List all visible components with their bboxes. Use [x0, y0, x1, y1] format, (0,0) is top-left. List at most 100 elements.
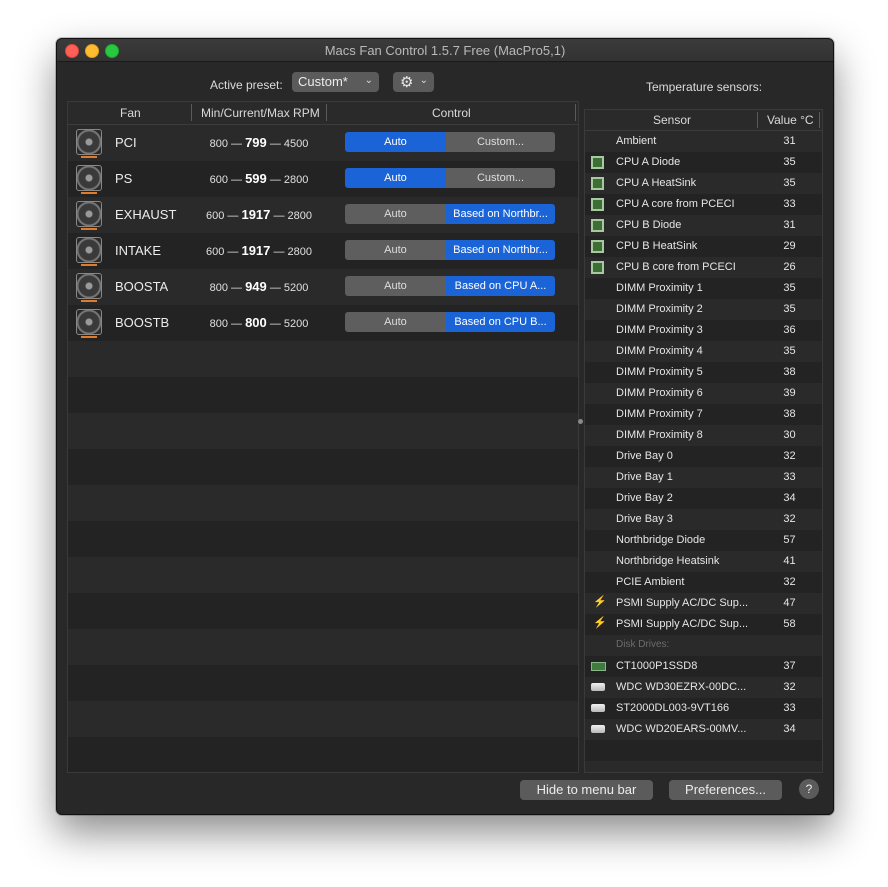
help-button[interactable]: ? — [799, 779, 819, 799]
fan-row[interactable]: BOOSTB 800 — 800 — 5200 Auto Based on CPU B… — [68, 305, 578, 341]
empty-row — [68, 593, 578, 629]
column-divider — [326, 104, 327, 121]
sensor-row[interactable]: DIMM Proximity 1 35 — [585, 278, 822, 299]
disk-row[interactable]: CT1000P1SSD8 37 — [585, 656, 822, 677]
auto-button[interactable]: Auto — [345, 240, 446, 260]
sensor-name: CPU B core from PCECI — [616, 261, 736, 273]
fan-row[interactable]: BOOSTA 800 — 949 — 5200 Auto Based on CPU A… — [68, 269, 578, 305]
hide-to-menu-bar-button[interactable]: Hide to menu bar — [520, 780, 653, 800]
chip-icon — [591, 177, 604, 190]
auto-button[interactable]: Auto — [345, 312, 446, 332]
value-column-header[interactable]: Value °C — [767, 113, 814, 127]
rpm-min: 800 — [209, 138, 228, 150]
fan-column-header[interactable]: Fan — [120, 106, 141, 120]
auto-button[interactable]: Auto — [345, 276, 446, 296]
sensor-row[interactable]: Drive Bay 2 34 — [585, 488, 822, 509]
fan-control-segmented: Auto Custom... — [345, 168, 555, 188]
sensor-name: CPU B HeatSink — [616, 240, 698, 252]
sensor-name: Northbridge Heatsink — [616, 555, 720, 567]
column-divider — [191, 104, 192, 121]
sensor-value: 47 — [783, 597, 796, 609]
sensor-row[interactable]: CPU B HeatSink 29 — [585, 236, 822, 257]
sensor-name: DIMM Proximity 8 — [616, 429, 703, 441]
sensor-row[interactable]: DIMM Proximity 6 39 — [585, 383, 822, 404]
sensor-row[interactable]: CPU B core from PCECI 26 — [585, 257, 822, 278]
fan-row[interactable]: PCI 800 — 799 — 4500 Auto Custom... — [68, 125, 578, 161]
bolt-icon: ⚡ — [593, 596, 607, 608]
sensor-name: DIMM Proximity 7 — [616, 408, 703, 420]
control-column-header[interactable]: Control — [432, 106, 471, 120]
hdd-icon — [591, 725, 605, 733]
fan-row[interactable]: EXHAUST 600 — 1917 — 2800 Auto Based on Nor… — [68, 197, 578, 233]
sensor-row[interactable]: ⚡ PSMI Supply AC/DC Sup... 47 — [585, 593, 822, 614]
preset-select[interactable]: Custom* ⌄ — [292, 72, 379, 92]
chip-icon — [591, 240, 604, 253]
sensor-row[interactable]: DIMM Proximity 5 38 — [585, 362, 822, 383]
empty-row — [68, 341, 578, 377]
empty-row — [68, 521, 578, 557]
sensor-name: Drive Bay 1 — [616, 471, 673, 483]
fan-row[interactable]: PS 600 — 599 — 2800 Auto Custom... — [68, 161, 578, 197]
fan-icon — [76, 309, 102, 338]
chip-icon — [591, 198, 604, 211]
empty-row — [68, 377, 578, 413]
sensor-value: 29 — [783, 240, 796, 252]
auto-button[interactable]: Auto — [345, 168, 446, 188]
split-view-handle[interactable] — [578, 419, 583, 424]
chip-icon — [591, 261, 604, 274]
sensor-row[interactable]: ⚡ PSMI Supply AC/DC Sup... 58 — [585, 614, 822, 635]
sensor-value: 32 — [783, 513, 796, 525]
hdd-icon — [591, 704, 605, 712]
auto-button[interactable]: Auto — [345, 132, 446, 152]
sensor-row[interactable]: Ambient 31 — [585, 131, 822, 152]
fan-control-segmented: Auto Based on Northbr... — [345, 240, 555, 260]
disk-drives-label: Disk Drives: — [616, 639, 670, 650]
custom-control-button[interactable]: Based on Northbr... — [446, 204, 555, 224]
auto-button[interactable]: Auto — [345, 204, 446, 224]
custom-control-button[interactable]: Based on CPU A... — [446, 276, 555, 296]
active-preset-label: Active preset: — [210, 78, 283, 92]
sensor-row[interactable]: DIMM Proximity 7 38 — [585, 404, 822, 425]
custom-control-button[interactable]: Custom... — [446, 168, 555, 188]
sensor-row[interactable]: Northbridge Heatsink 41 — [585, 551, 822, 572]
sensor-row[interactable]: CPU A Diode 35 — [585, 152, 822, 173]
custom-control-button[interactable]: Custom... — [446, 132, 555, 152]
sensor-row[interactable]: DIMM Proximity 8 30 — [585, 425, 822, 446]
disk-row[interactable]: ST2000DL003-9VT166 33 — [585, 698, 822, 719]
empty-row — [68, 665, 578, 701]
disk-name: CT1000P1SSD8 — [616, 660, 698, 672]
sensor-row[interactable]: CPU A core from PCECI 33 — [585, 194, 822, 215]
preset-value: Custom* — [298, 74, 348, 89]
fan-icon — [76, 201, 102, 230]
sensor-row[interactable]: CPU B Diode 31 — [585, 215, 822, 236]
rpm-current: 599 — [245, 171, 267, 186]
disk-temperature: 37 — [783, 660, 796, 672]
sensor-row[interactable]: DIMM Proximity 2 35 — [585, 299, 822, 320]
title-bar[interactable]: Macs Fan Control 1.5.7 Free (MacPro5,1) — [57, 39, 833, 62]
sensor-value: 38 — [783, 366, 796, 378]
sensor-name: Drive Bay 0 — [616, 450, 673, 462]
disk-name: WDC WD20EARS-00MV... — [616, 723, 747, 735]
custom-control-button[interactable]: Based on Northbr... — [446, 240, 555, 260]
sensor-row[interactable]: Northbridge Diode 57 — [585, 530, 822, 551]
settings-menu-button[interactable]: ⚙ ⌄ — [393, 72, 434, 92]
sensor-row[interactable]: DIMM Proximity 4 35 — [585, 341, 822, 362]
sensor-value: 33 — [783, 198, 796, 210]
sensor-column-header[interactable]: Sensor — [653, 113, 691, 127]
ssd-icon — [591, 662, 606, 671]
sensor-row[interactable]: PCIE Ambient 32 — [585, 572, 822, 593]
disk-row[interactable]: WDC WD20EARS-00MV... 34 — [585, 719, 822, 740]
sensor-row[interactable]: Drive Bay 1 33 — [585, 467, 822, 488]
custom-control-button[interactable]: Based on CPU B... — [446, 312, 555, 332]
sensor-value: 36 — [783, 324, 796, 336]
rpm-column-header[interactable]: Min/Current/Max RPM — [201, 106, 320, 120]
sensor-row[interactable]: Drive Bay 3 32 — [585, 509, 822, 530]
sensor-row[interactable]: Drive Bay 0 32 — [585, 446, 822, 467]
sensor-row[interactable]: CPU A HeatSink 35 — [585, 173, 822, 194]
fan-row[interactable]: INTAKE 600 — 1917 — 2800 Auto Based on Nort… — [68, 233, 578, 269]
rpm-max: 2800 — [283, 174, 309, 186]
sensor-row[interactable]: DIMM Proximity 3 36 — [585, 320, 822, 341]
disk-row[interactable]: WDC WD30EZRX-00DC... 32 — [585, 677, 822, 698]
preferences-button[interactable]: Preferences... — [669, 780, 782, 800]
fan-table: Fan Min/Current/Max RPM Control PCI 800 —… — [67, 101, 579, 773]
